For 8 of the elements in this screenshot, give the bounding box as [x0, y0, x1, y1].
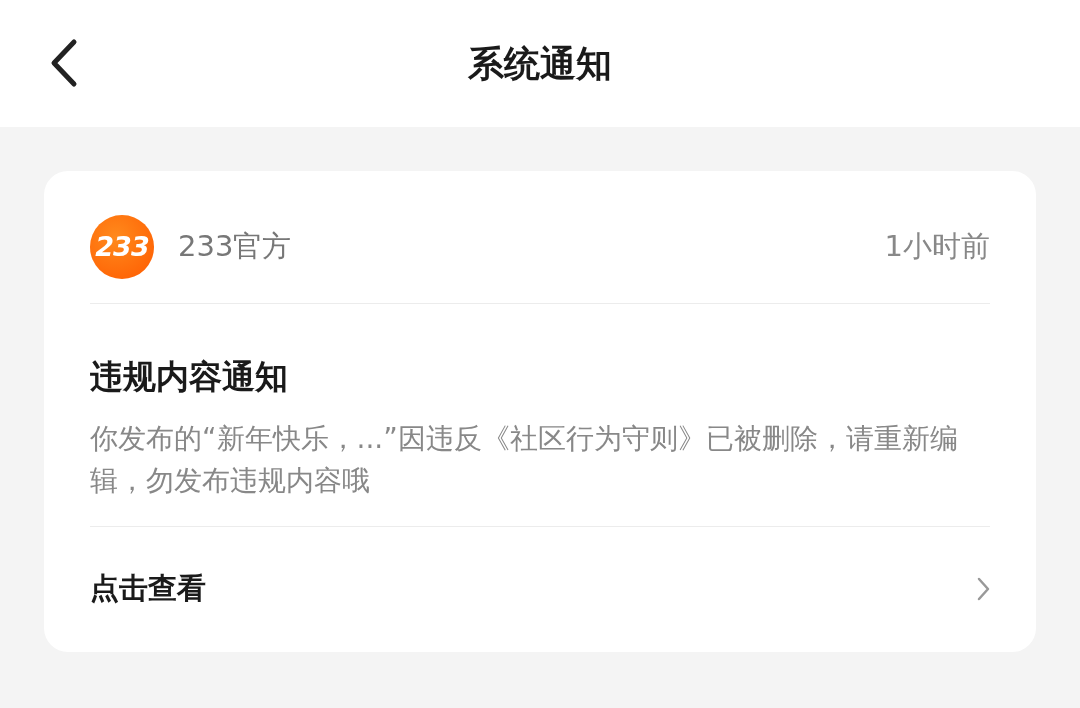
timestamp: 1小时前: [884, 228, 990, 266]
page-title: 系统通知: [468, 41, 612, 86]
notification-title: 违规内容通知: [90, 356, 289, 398]
chevron-right-icon: [976, 577, 990, 601]
sender-logo: 233: [90, 215, 154, 279]
sender-name: 233官方: [178, 228, 292, 266]
view-link[interactable]: 点击查看: [90, 526, 990, 652]
notification-body: 你发布的“新年快乐，...”因违反《社区行为守则》已被删除，请重新编辑，勿发布违规内容哦: [90, 420, 959, 499]
